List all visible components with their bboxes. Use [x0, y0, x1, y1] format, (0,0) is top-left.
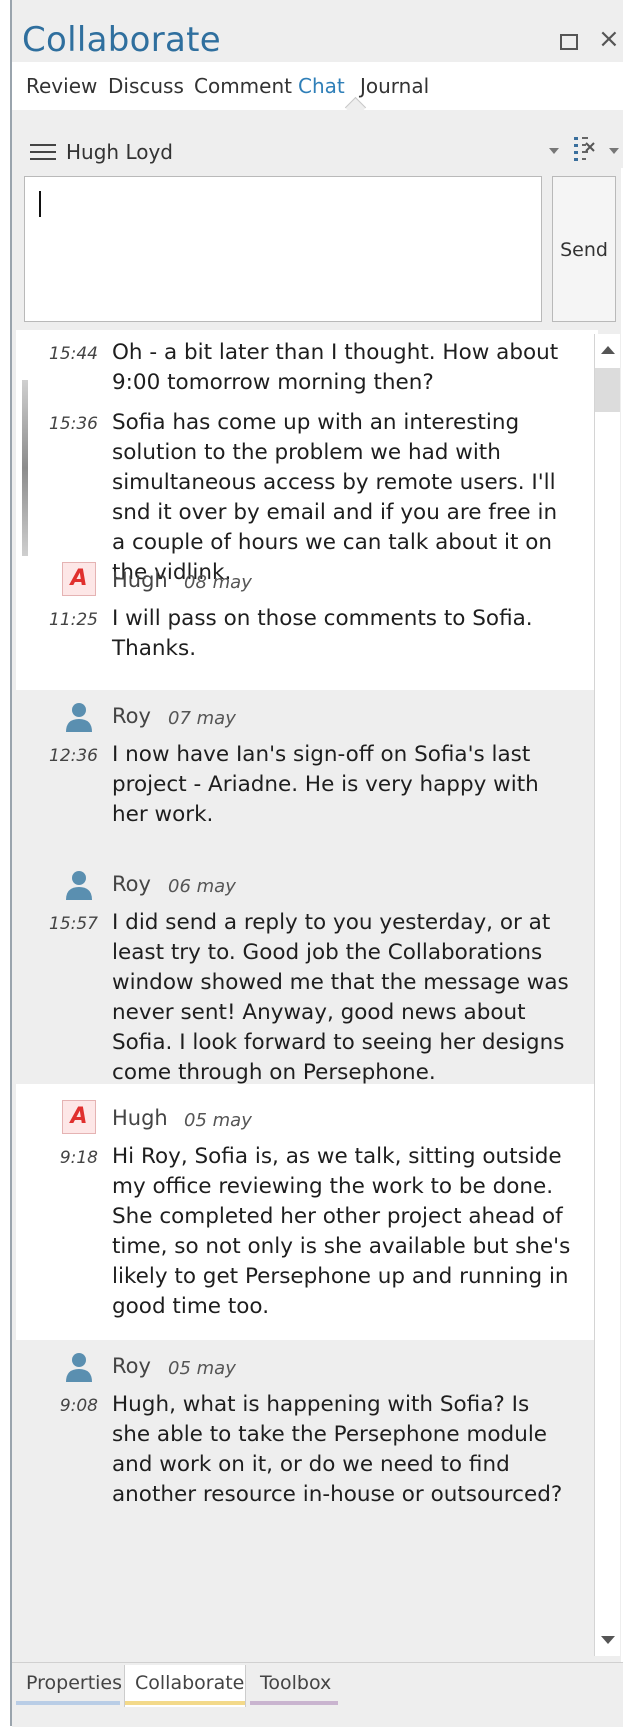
message-date: 05 may [168, 1358, 236, 1379]
user-avatar-icon [66, 703, 92, 732]
collaborate-window: Collaborate × Review Discuss Comment Cha… [10, 0, 623, 1727]
chat-user-name[interactable]: Hugh Loyd [66, 140, 173, 164]
bottom-tab-properties[interactable]: Properties [16, 1665, 123, 1707]
chat-message-input[interactable] [24, 176, 542, 322]
vertical-scrollbar[interactable] [594, 334, 620, 1656]
restore-icon[interactable] [560, 34, 578, 50]
tab-color-strip [250, 1701, 338, 1705]
tab-chat[interactable]: Chat [298, 74, 345, 98]
message-group: 15:44 Oh - a bit later than I thought. H… [16, 330, 598, 690]
window-title: Collaborate [22, 20, 222, 60]
message-sender: Hugh [112, 1106, 168, 1130]
message-sender: Roy [112, 704, 151, 728]
message-time: 9:18 [59, 1148, 98, 1168]
filter-options-icon[interactable] [572, 134, 598, 164]
title-bar: Collaborate × [12, 0, 623, 62]
bottom-tab-label: Collaborate [135, 1672, 245, 1694]
bottom-tab-toolbox[interactable]: Toolbox [250, 1665, 338, 1707]
message-group: Roy 05 may 9:08 Hugh, what is happening … [16, 1340, 598, 1660]
tab-review[interactable]: Review [26, 74, 97, 98]
message-sender: Hugh [112, 568, 168, 592]
user-avatar-icon [66, 871, 92, 900]
message-group: Roy 07 may 12:36 I now have Ian's sign-o… [16, 690, 598, 856]
tab-bar: Review Discuss Comment Chat Journal [12, 62, 623, 111]
message-text: Sofia has come up with an interesting so… [112, 410, 558, 585]
message-group: Roy 06 may 15:57 I did send a reply to y… [16, 856, 598, 1085]
bottom-tab-collaborate[interactable]: Collaborate [124, 1665, 246, 1707]
bottom-tab-bar: Properties Collaborate Toolbox [12, 1662, 623, 1727]
message-date: 08 may [184, 572, 252, 593]
tab-journal[interactable]: Journal [360, 74, 429, 98]
close-icon[interactable]: × [598, 24, 620, 54]
ea-avatar-icon: A [62, 1100, 96, 1134]
scroll-down-icon[interactable] [601, 1636, 615, 1644]
send-button[interactable]: Send [552, 176, 616, 322]
tab-comment[interactable]: Comment [194, 74, 292, 98]
message-text: I did send a reply to you yesterday, or … [112, 910, 569, 1085]
message-text: Hugh, what is happening with Sofia? Is s… [112, 1392, 563, 1507]
user-avatar-icon [66, 1353, 92, 1382]
tab-discuss[interactable]: Discuss [108, 74, 184, 98]
hamburger-menu-icon[interactable] [30, 144, 56, 160]
message-sender: Roy [112, 1354, 151, 1378]
message-sender: Roy [112, 872, 151, 896]
chat-message-list: 15:44 Oh - a bit later than I thought. H… [16, 330, 598, 1660]
user-dropdown-icon[interactable] [549, 148, 559, 154]
message-date: 07 may [168, 708, 236, 729]
filter-dropdown-icon[interactable] [609, 148, 619, 154]
scroll-up-icon[interactable] [601, 346, 615, 354]
ea-avatar-icon: A [62, 562, 96, 596]
message-time: 11:25 [49, 610, 98, 630]
message-text: Hi Roy, Sofia is, as we talk, sitting ou… [112, 1144, 571, 1319]
message-date: 05 may [184, 1110, 252, 1131]
selected-message-indicator [22, 380, 28, 556]
bottom-tab-label: Toolbox [260, 1672, 332, 1694]
message-text: I will pass on those comments to Sofia. … [112, 606, 533, 661]
message-date: 06 may [168, 876, 236, 897]
message-time: 15:44 [49, 344, 98, 364]
message-time: 12:36 [49, 746, 98, 766]
bottom-tab-label: Properties [26, 1672, 123, 1694]
message-text: I now have Ian's sign-off on Sofia's las… [112, 742, 539, 827]
text-caret [39, 191, 41, 217]
tab-color-strip [125, 1701, 245, 1705]
scrollbar-thumb[interactable] [595, 368, 620, 412]
message-time: 15:36 [49, 414, 98, 434]
message-time: 9:08 [59, 1396, 98, 1416]
message-time: 15:57 [49, 914, 98, 934]
tab-color-strip [16, 1701, 120, 1705]
chat-user-bar: Hugh Loyd [12, 110, 623, 168]
message-group: A Hugh 05 may 9:18 Hi Roy, Sofia is, as … [16, 1084, 598, 1340]
message-text: Oh - a bit later than I thought. How abo… [112, 340, 559, 395]
